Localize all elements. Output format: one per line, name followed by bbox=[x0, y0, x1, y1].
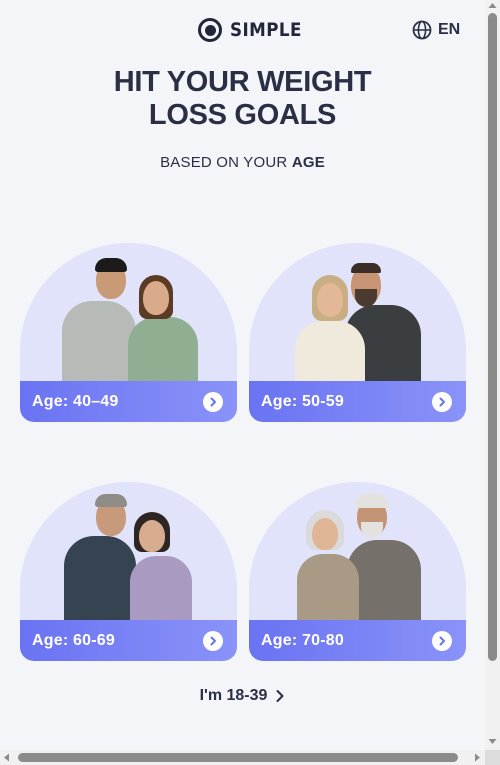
globe-icon bbox=[412, 20, 432, 40]
scroll-up-arrow-icon[interactable] bbox=[488, 2, 497, 9]
age-card-label: Age: 60-69 bbox=[32, 631, 115, 649]
age-card-bar: Age: 70-80 bbox=[249, 620, 466, 661]
couple-photo bbox=[249, 243, 466, 393]
title-line-2: LOSS GOALS bbox=[148, 99, 337, 131]
younger-age-label: I'm 18-39 bbox=[199, 687, 268, 704]
vertical-scrollbar-thumb[interactable] bbox=[488, 13, 497, 661]
chevron-right-circle-icon bbox=[432, 391, 452, 412]
age-card-50-59[interactable]: Age: 50-59 bbox=[249, 243, 466, 422]
chevron-right-circle-icon bbox=[432, 630, 452, 651]
logo-mark-icon bbox=[198, 18, 222, 42]
scroll-down-arrow-icon[interactable] bbox=[488, 738, 497, 745]
age-card-bar: Age: 40–49 bbox=[20, 381, 237, 422]
chevron-right-circle-icon bbox=[203, 391, 223, 412]
age-card-bar: Age: 50-59 bbox=[249, 381, 466, 422]
age-card-60-69[interactable]: Age: 60-69 bbox=[20, 482, 237, 661]
horizontal-scrollbar[interactable] bbox=[0, 750, 485, 765]
page: SIMPLE EN HIT YOUR WEIGHT LOSS GOALS BAS… bbox=[0, 0, 485, 750]
vertical-scrollbar[interactable] bbox=[485, 0, 500, 750]
age-card-bar: Age: 60-69 bbox=[20, 620, 237, 661]
subtitle-prefix: BASED ON YOUR bbox=[160, 154, 292, 171]
brand-logo[interactable]: SIMPLE bbox=[198, 18, 312, 42]
language-selector[interactable]: EN bbox=[412, 20, 460, 40]
title-line-1: HIT YOUR WEIGHT bbox=[113, 66, 372, 98]
horizontal-scrollbar-thumb[interactable] bbox=[18, 753, 458, 762]
younger-age-link[interactable]: I'm 18-39 bbox=[0, 687, 485, 705]
chevron-right-circle-icon bbox=[203, 630, 223, 651]
subtitle-emphasis: AGE bbox=[291, 154, 325, 171]
page-subtitle: BASED ON YOUR AGE bbox=[0, 154, 485, 171]
age-card-70-80[interactable]: Age: 70-80 bbox=[249, 482, 466, 661]
age-card-label: Age: 40–49 bbox=[32, 392, 119, 410]
couple-photo bbox=[20, 243, 237, 393]
scroll-right-arrow-icon[interactable] bbox=[474, 753, 481, 762]
age-card-40-49[interactable]: Age: 40–49 bbox=[20, 243, 237, 422]
language-code: EN bbox=[438, 21, 461, 38]
chevron-right-icon bbox=[276, 690, 284, 702]
scrollbar-corner bbox=[485, 750, 500, 765]
page-title: HIT YOUR WEIGHT LOSS GOALS bbox=[0, 66, 485, 132]
couple-photo bbox=[249, 482, 466, 632]
scroll-left-arrow-icon[interactable] bbox=[3, 753, 10, 762]
brand-name: SIMPLE bbox=[230, 19, 302, 41]
couple-photo bbox=[20, 482, 237, 632]
age-card-label: Age: 50-59 bbox=[261, 392, 344, 410]
age-card-label: Age: 70-80 bbox=[261, 631, 344, 649]
